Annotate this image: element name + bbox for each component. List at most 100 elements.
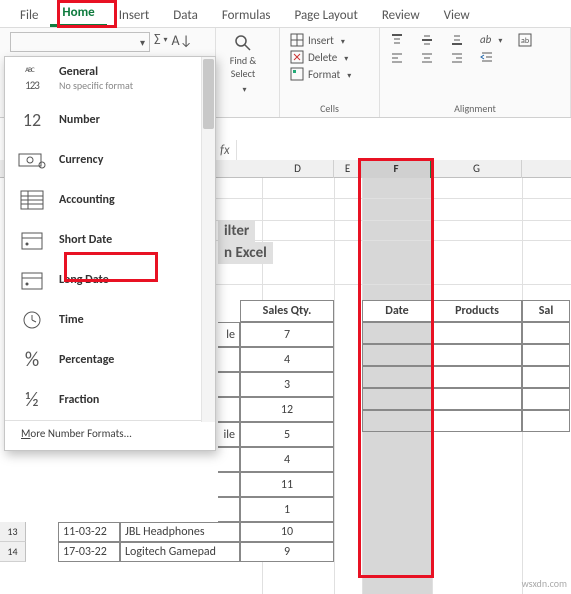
t2-cell-r0-c1[interactable] [432, 322, 522, 344]
t2-cell-r0-c0[interactable] [362, 322, 432, 344]
t1-r13-date[interactable]: 11-03-22 [58, 522, 120, 542]
numfmt-icon-123: ABC123 [17, 67, 47, 91]
t2-cell-r4-c2[interactable] [522, 410, 570, 432]
t2-cell-r1-c1[interactable] [432, 344, 522, 366]
numfmt-icon-½: ½ [17, 388, 47, 412]
t2-cell-r4-c1[interactable] [432, 410, 522, 432]
svg-text:ab: ab [521, 36, 529, 46]
t1-product-3[interactable] [218, 397, 240, 422]
t1-qty-3[interactable]: 12 [240, 397, 334, 422]
find-select-button[interactable]: Find & Select [222, 32, 264, 97]
numfmt-icon-ledger [17, 188, 47, 212]
numfmt-time[interactable]: Time [5, 300, 215, 340]
dropdown-scrollbar[interactable] [201, 57, 215, 422]
wrap-icon: ab [518, 33, 532, 47]
t1-qty-0[interactable]: 7 [240, 322, 334, 347]
t1-qty-5[interactable]: 4 [240, 447, 334, 472]
tab-insert[interactable]: Insert [107, 4, 162, 27]
ribbon-tabs: File Home Insert Data Formulas Page Layo… [0, 0, 571, 28]
numfmt-general[interactable]: ABC123 GeneralNo specific format [5, 57, 215, 100]
number-format-combo[interactable]: ▾ [10, 32, 150, 52]
more-number-formats[interactable]: More Number Formats... [5, 420, 215, 446]
autosum-icon[interactable]: ∑ [154, 32, 168, 49]
numfmt-icon-cal-dot [17, 268, 47, 292]
t1-qty-4[interactable]: 5 [240, 422, 334, 447]
t2-cell-r1-c2[interactable] [522, 344, 570, 366]
formula-bar[interactable] [236, 140, 571, 161]
rowhead-14[interactable]: 14 [0, 542, 26, 562]
tab-data[interactable]: Data [161, 4, 210, 27]
grid-insert-icon [290, 33, 304, 47]
wrap-text-button[interactable]: ab [514, 32, 536, 48]
t1-qty-6[interactable]: 11 [240, 472, 334, 497]
colhead-D[interactable]: D [262, 160, 334, 178]
orientation-button[interactable]: ab [476, 32, 506, 47]
title-line1: ilter [218, 220, 255, 242]
align-middle-button[interactable] [416, 32, 438, 48]
numfmt-short-date[interactable]: Short Date [5, 220, 215, 260]
t1-qty-7[interactable]: 1 [240, 497, 334, 522]
t1-qty-2[interactable]: 3 [240, 372, 334, 397]
t1-product-2[interactable] [218, 372, 240, 397]
numfmt-currency[interactable]: Currency [5, 140, 215, 180]
t1-r13-product[interactable]: JBL Headphones [120, 522, 240, 542]
t2-cell-r4-c0[interactable] [362, 410, 432, 432]
numfmt-icon-clock [17, 308, 47, 332]
decrease-indent-button[interactable] [476, 49, 506, 65]
t1-product-0[interactable]: le [218, 322, 240, 347]
t1-qty-1[interactable]: 4 [240, 347, 334, 372]
t2-cell-r2-c0[interactable] [362, 366, 432, 388]
t2-cell-r2-c1[interactable] [432, 366, 522, 388]
align-top-icon [390, 33, 404, 47]
t1-r14-date[interactable]: 17-03-22 [58, 542, 120, 562]
align-bottom-button[interactable] [446, 32, 468, 48]
tab-home[interactable]: Home [50, 1, 106, 27]
group-alignment-label: Alignment [386, 102, 564, 115]
cells-delete-button[interactable]: Delete [286, 49, 355, 65]
colhead-F[interactable]: F [362, 160, 432, 178]
table2-header-date[interactable]: Date [362, 300, 432, 322]
t1-product-4[interactable]: ile [218, 422, 240, 447]
t1-product-5[interactable] [218, 447, 240, 472]
t1-r14-qty[interactable]: 9 [240, 542, 334, 562]
numfmt-icon-cash [17, 148, 47, 172]
t2-cell-r3-c0[interactable] [362, 388, 432, 410]
numfmt-accounting[interactable]: Accounting [5, 180, 215, 220]
t2-cell-r0-c2[interactable] [522, 322, 570, 344]
colhead-E[interactable]: E [334, 160, 362, 178]
t2-cell-r3-c2[interactable] [522, 388, 570, 410]
tab-view[interactable]: View [432, 4, 482, 27]
numfmt-percentage[interactable]: % Percentage [5, 340, 215, 380]
rowhead-13[interactable]: 13 [0, 522, 26, 542]
t1-product-1[interactable] [218, 347, 240, 372]
tab-pagelayout[interactable]: Page Layout [283, 4, 370, 27]
t1-r14-product[interactable]: Logitech Gamepad [120, 542, 240, 562]
cells-format-button[interactable]: Format [286, 66, 355, 82]
t1-product-7[interactable] [218, 497, 240, 522]
t2-cell-r3-c1[interactable] [432, 388, 522, 410]
align-right-button[interactable] [446, 50, 468, 66]
t2-cell-r1-c0[interactable] [362, 344, 432, 366]
fx-label: fx [214, 143, 236, 158]
colhead-G[interactable]: G [432, 160, 522, 178]
t1-product-6[interactable] [218, 472, 240, 497]
cells-insert-button[interactable]: Insert [286, 32, 355, 48]
align-center-button[interactable] [416, 50, 438, 66]
tab-file[interactable]: File [8, 4, 50, 27]
numfmt-fraction[interactable]: ½ Fraction [5, 380, 215, 420]
magnifier-icon [234, 34, 252, 52]
title-line2: n Excel [218, 242, 273, 264]
table2-header-products[interactable]: Products [432, 300, 522, 322]
numfmt-long-date[interactable]: Long Date [5, 260, 215, 300]
table1-header-sales[interactable]: Sales Qty. [240, 300, 334, 322]
tab-formulas[interactable]: Formulas [210, 4, 283, 27]
numfmt-number[interactable]: 12 Number [5, 100, 215, 140]
align-left-button[interactable] [386, 50, 408, 66]
align-top-button[interactable] [386, 32, 408, 48]
tab-review[interactable]: Review [370, 4, 432, 27]
grid-delete-icon [290, 50, 304, 64]
sort-icon[interactable]: A↓ [172, 32, 193, 49]
t2-cell-r2-c2[interactable] [522, 366, 570, 388]
table2-header-sales[interactable]: Sal [522, 300, 570, 322]
t1-r13-qty[interactable]: 10 [240, 522, 334, 542]
